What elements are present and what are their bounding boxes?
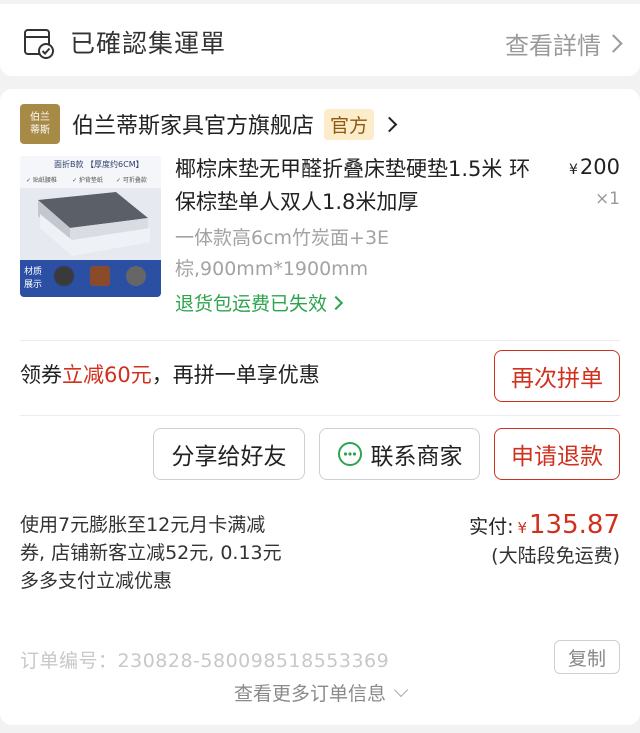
- request-refund-button[interactable]: 申请退款: [494, 428, 620, 480]
- product-image-banner: 面折B款 【厚度约6CM】: [54, 159, 144, 169]
- order-status-card[interactable]: 已確認集運單 查看詳情: [0, 4, 640, 76]
- store-header[interactable]: 伯兰 蒂斯 伯兰蒂斯家具官方旗舰店 官方: [20, 104, 398, 144]
- chevron-right-icon: [381, 116, 398, 132]
- product-image[interactable]: 面折B款 【厚度约6CM】 ✓ 贴纸腰椎 ✓ 护背垫纸 ✓ 可折叠款 材质 展示: [20, 156, 161, 297]
- order-number: 订单编号：230828-580098518553369: [20, 646, 389, 673]
- price-currency: ¥: [568, 162, 578, 178]
- reorder-button[interactable]: 再次拼单: [494, 350, 620, 402]
- shipping-note: (大陆段免运费): [491, 545, 620, 567]
- order-status-text: 已確認集運單: [70, 29, 227, 58]
- paid-label: 实付:: [469, 516, 514, 538]
- order-number-label: 订单编号：: [20, 650, 118, 672]
- chevron-down-icon: [393, 682, 409, 697]
- product-price: ¥200: [569, 155, 620, 179]
- order-card: 伯兰 蒂斯 伯兰蒂斯家具官方旗舰店 官方 面折B款 【厚度约6CM】 ✓ 贴纸腰…: [0, 89, 640, 725]
- product-image-feature-1: ✓ 贴纸腰椎: [26, 176, 57, 184]
- price-value: 200: [579, 155, 620, 179]
- divider: [20, 340, 620, 341]
- store-logo-line2: 蒂斯: [30, 125, 50, 136]
- product-spec: 一体款高6cm竹炭面+3E棕,900mm*1900mm: [175, 227, 390, 280]
- more-order-info-toggle[interactable]: 查看更多订单信息: [0, 679, 640, 706]
- product-quantity: ×1: [594, 189, 620, 209]
- paid-value: 135.87: [529, 510, 620, 540]
- chevron-right-icon: [328, 295, 344, 310]
- product-title[interactable]: 椰棕床垫无甲醛折叠床垫硬垫1.5米 环保棕垫单人双人1.8米加厚: [175, 153, 535, 219]
- view-details-label: 查看詳情: [505, 32, 601, 60]
- order-number-value: 230828-580098518553369: [117, 650, 390, 672]
- product-image-material-1: 材质: [24, 265, 42, 277]
- package-check-icon: [24, 29, 54, 59]
- chat-bubble-icon: [337, 442, 362, 466]
- paid-amount: 实付: ¥ 135.87: [469, 510, 620, 540]
- paid-currency: ¥: [517, 519, 528, 537]
- promo-prefix: 领券: [20, 363, 62, 387]
- return-policy-text: 退货包运费已失效: [175, 293, 328, 315]
- product-image-feature-3: ✓ 可折叠款: [116, 176, 147, 184]
- view-details-link[interactable]: 查看詳情: [505, 26, 623, 61]
- official-badge: 官方: [324, 108, 375, 140]
- more-order-info-label: 查看更多订单信息: [233, 683, 386, 705]
- contact-seller-button[interactable]: 联系商家: [319, 428, 480, 480]
- promo-text: 领券立减60元，再拼一单享优惠: [20, 359, 320, 389]
- product-image-material-2: 展示: [24, 279, 42, 290]
- product-image-feature-2: ✓ 护背垫纸: [72, 176, 103, 184]
- store-logo-line1: 伯兰: [30, 112, 50, 123]
- store-name: 伯兰蒂斯家具官方旗舰店: [72, 114, 315, 139]
- share-button[interactable]: 分享给好友: [153, 428, 305, 480]
- promo-highlight: 立减60元: [62, 363, 152, 387]
- contact-seller-label: 联系商家: [370, 444, 463, 470]
- copy-order-number-button[interactable]: 复制: [554, 640, 620, 674]
- return-policy-link[interactable]: 退货包运费已失效: [175, 289, 344, 316]
- promo-suffix: ，再拼一单享优惠: [151, 363, 320, 387]
- chevron-right-icon: [604, 34, 623, 53]
- store-logo: 伯兰 蒂斯: [20, 104, 60, 144]
- coupon-note: 使用7元膨胀至12元月卡满减券, 店铺新客立减52元, 0.13元多多支付立减优…: [20, 514, 282, 592]
- divider: [20, 415, 620, 416]
